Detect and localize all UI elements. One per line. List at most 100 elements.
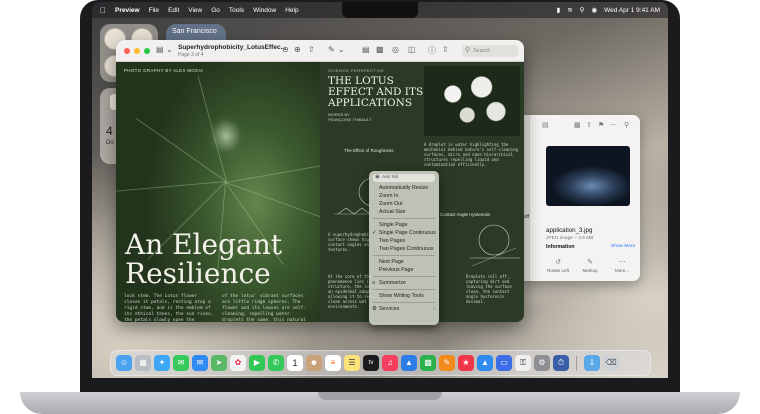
- zoom-in-icon[interactable]: ⊕: [294, 45, 301, 54]
- info-icon[interactable]: ⓘ: [428, 45, 436, 56]
- sidebar-toggle-icon[interactable]: ▤: [156, 45, 164, 54]
- dock-photos-icon[interactable]: ✿: [230, 355, 246, 371]
- dock-tv-icon[interactable]: tv: [363, 355, 379, 371]
- rotate-left-button[interactable]: ↺ Rotate Left: [544, 258, 572, 273]
- rotate-icon[interactable]: ▩: [376, 45, 384, 54]
- dock-launchpad-icon[interactable]: ▦: [135, 355, 151, 371]
- menu-item-single-page[interactable]: Single Page: [369, 221, 439, 229]
- services-icon: ⚙: [372, 306, 377, 312]
- dock-safari-icon[interactable]: ✦: [154, 355, 170, 371]
- preview-toolbar: ▤ ⌄ Superhydrophobicity_LotusEffec... Pa…: [116, 40, 524, 62]
- markup-button[interactable]: ✎ Markup: [576, 258, 604, 273]
- tag-icon[interactable]: ⚑: [598, 121, 604, 129]
- grid-view-icon[interactable]: ▦: [574, 121, 581, 129]
- menu-window[interactable]: Window: [253, 7, 276, 14]
- dock-tv-label: tv: [368, 360, 374, 366]
- menu-item-two-pages[interactable]: Two Pages: [369, 237, 439, 245]
- share-icon[interactable]: ⇧: [308, 45, 315, 54]
- dock-mail-icon[interactable]: ✉: [192, 355, 208, 371]
- menubar-clock[interactable]: Wed Apr 1 9:41 AM: [604, 7, 660, 14]
- dock: ☺ ▦ ✦ ✉ ✉ ➤ ✿ ▶ ✆ 1 ☻ ≡ ☰ tv ♫ ▲ ▩ ✎ ★ ▲…: [110, 350, 651, 376]
- chevron-down-icon[interactable]: ⌄: [338, 45, 345, 54]
- wifi-icon[interactable]: ≋: [567, 6, 572, 14]
- menu-item-zoom-in[interactable]: Zoom In: [369, 192, 439, 200]
- menu-item-single-page-continuous[interactable]: ✓ Single Page Continuous: [369, 229, 439, 237]
- menu-item-show-writing-tools[interactable]: Show Writing Tools: [369, 292, 439, 300]
- dock-maps-icon[interactable]: ➤: [211, 355, 227, 371]
- body-column-2: of the lotus' vibrant surfaces are littl…: [222, 294, 306, 322]
- menu-tools[interactable]: Tools: [229, 7, 244, 14]
- stage:  Preview File Edit View Go Tools Window…: [0, 0, 760, 414]
- checkmark-icon: ✓: [372, 230, 377, 236]
- menu-item-services[interactable]: ⚙ Services ›: [369, 305, 439, 313]
- share-icon[interactable]: ⇧: [586, 121, 592, 129]
- dock-messages-icon[interactable]: ✉: [173, 355, 189, 371]
- markup-pen-icon[interactable]: ✎: [328, 45, 335, 54]
- menu-item-summarize[interactable]: ≡ Summarize: [369, 279, 439, 287]
- dock-music-icon[interactable]: ♫: [382, 355, 398, 371]
- dock-contacts-icon[interactable]: ☻: [306, 355, 322, 371]
- dock-system-settings-icon[interactable]: ⚙: [534, 355, 550, 371]
- context-menu: ◉ Ask Siri Automatically Resize Zoom In …: [369, 171, 439, 325]
- image-thumbnail[interactable]: [546, 146, 630, 206]
- more-label: More...: [614, 268, 629, 273]
- dock-screen-time-icon[interactable]: ⏱: [553, 355, 569, 371]
- battery-icon[interactable]: ▮: [557, 6, 561, 14]
- form-filling-icon[interactable]: ◫: [408, 45, 416, 54]
- share-icon[interactable]: ⇧: [442, 45, 449, 54]
- dock-calendar-icon[interactable]: 1: [287, 355, 303, 371]
- zoom-out-icon[interactable]: ⊖: [282, 45, 289, 54]
- apple-menu-icon[interactable]: : [100, 6, 108, 15]
- menu-item-automatically-resize[interactable]: Automatically Resize: [369, 184, 439, 192]
- search-icon: ⚲: [465, 47, 471, 54]
- dock-downloads-icon[interactable]: ⇩: [584, 355, 600, 371]
- markup-icon: ✎: [587, 259, 593, 266]
- context-menu-search[interactable]: ◉ Ask Siri: [373, 174, 435, 182]
- dock-finder-icon[interactable]: ☺: [116, 355, 132, 371]
- menu-app-name[interactable]: Preview: [115, 7, 140, 14]
- menu-item-two-pages-continuous[interactable]: Two Pages Continuous: [369, 245, 439, 253]
- show-more-link[interactable]: Show More: [611, 244, 635, 249]
- desktop-screen:  Preview File Edit View Go Tools Window…: [92, 2, 668, 378]
- dock-keynote-icon[interactable]: ▲: [401, 355, 417, 371]
- highlight-icon[interactable]: ▤: [362, 45, 370, 54]
- markup-toolbar-icon[interactable]: ◎: [392, 45, 399, 54]
- menu-item-previous-page[interactable]: Previous Page: [369, 266, 439, 274]
- document-page-left[interactable]: PHOTO GRAPHY BY ALEX MOSIA An Elegant Re…: [116, 62, 320, 322]
- dock-app-store-icon[interactable]: ▲: [477, 355, 493, 371]
- sidebar-toggle-icon[interactable]: ▤: [542, 121, 549, 129]
- dock-reminders-icon[interactable]: ≡: [325, 355, 341, 371]
- dock-notes-icon[interactable]: ☰: [344, 355, 360, 371]
- menu-item-zoom-out[interactable]: Zoom Out: [369, 200, 439, 208]
- minimize-button[interactable]: [134, 48, 140, 54]
- leaf-vein: [116, 181, 226, 192]
- calendar-widget-label: Do: [106, 140, 114, 146]
- dock-news-icon[interactable]: ★: [458, 355, 474, 371]
- menu-item-next-page[interactable]: Next Page: [369, 258, 439, 266]
- menu-go[interactable]: Go: [211, 7, 220, 14]
- dock-facetime-icon[interactable]: ▶: [249, 355, 265, 371]
- more-options-icon[interactable]: ⋯: [610, 121, 617, 129]
- more-button[interactable]: ⋯ More...: [608, 258, 636, 273]
- search-icon[interactable]: ⚲: [624, 121, 629, 129]
- context-search-placeholder: Ask Siri: [382, 175, 399, 180]
- dock-phone-icon[interactable]: ✆: [268, 355, 284, 371]
- menu-edit[interactable]: Edit: [168, 7, 179, 14]
- dock-passwords-icon[interactable]: ⚿: [515, 355, 531, 371]
- menu-file[interactable]: File: [149, 7, 159, 14]
- dock-pages-icon[interactable]: ✎: [439, 355, 455, 371]
- dock-trash-icon[interactable]: ⌫: [603, 355, 619, 371]
- diagram-1-title: The Effect of Roughness: [344, 148, 394, 153]
- close-button[interactable]: [124, 48, 130, 54]
- dock-numbers-icon[interactable]: ▩: [420, 355, 436, 371]
- search-field[interactable]: ⚲ Search: [462, 45, 518, 57]
- fullscreen-button[interactable]: [144, 48, 150, 54]
- search-spotlight-icon[interactable]: ⚲: [580, 6, 585, 14]
- menu-view[interactable]: View: [188, 7, 202, 14]
- chevron-down-icon[interactable]: ⌄: [166, 45, 173, 54]
- control-center-icon[interactable]: ◉: [591, 6, 597, 14]
- menu-help[interactable]: Help: [285, 7, 298, 14]
- dock-mirroring-icon[interactable]: ▭: [496, 355, 512, 371]
- menu-separator: [373, 302, 435, 303]
- menu-item-actual-size[interactable]: Actual Size: [369, 208, 439, 216]
